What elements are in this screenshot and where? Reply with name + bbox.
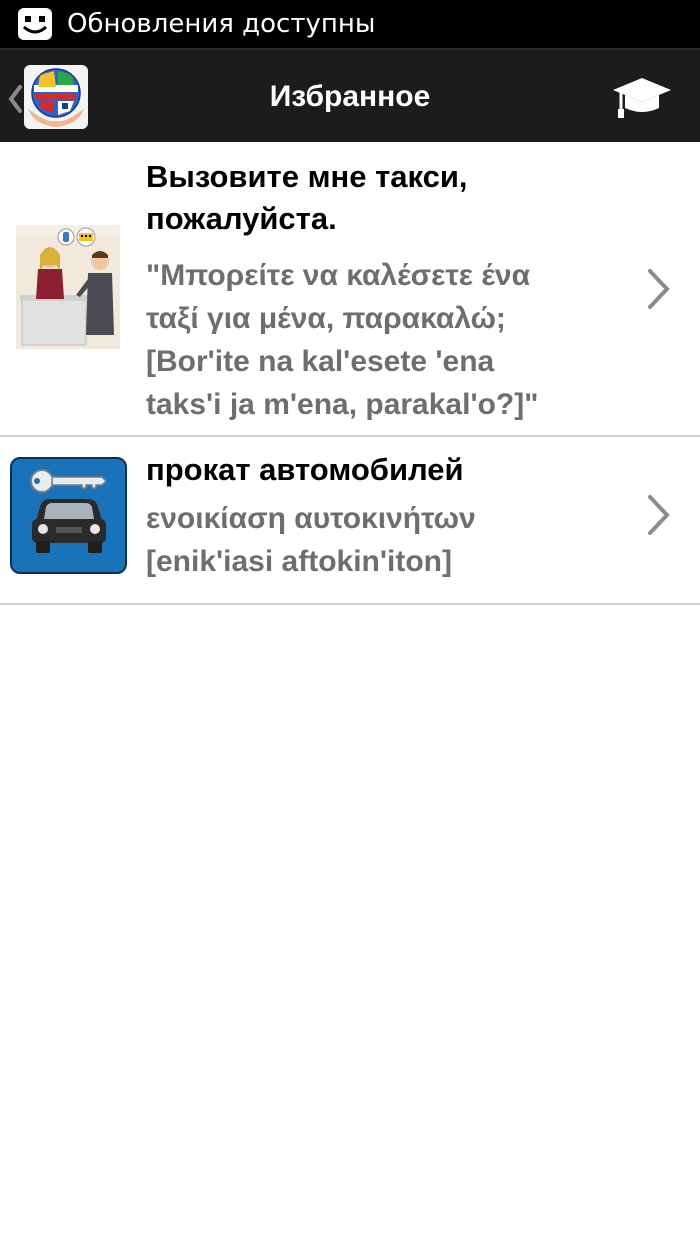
notification-face-icon: [17, 7, 53, 41]
translation-line: ταξί για μένα, παρακαλώ;: [146, 302, 506, 335]
up-navigation-button[interactable]: [0, 58, 92, 136]
phrase-title: прокат автомобилей: [146, 449, 606, 491]
action-bar: Избранное: [0, 48, 700, 142]
status-bar: Обновления доступны: [0, 0, 700, 48]
learn-mode-button[interactable]: [604, 64, 680, 130]
favorites-list: Вызовите мне такси, пожалуйста. "Μπορείτ…: [0, 142, 700, 605]
translation-line: ενοικίαση αυτοκινήτων: [146, 502, 476, 535]
phrase-text-block: Вызовите мне такси, пожалуйста. "Μπορείτ…: [146, 156, 606, 426]
taxi-reception-illustration: [16, 225, 120, 349]
translation-line: taks'i ja m'ena, parakal'o?]": [146, 388, 539, 421]
translation-line: "Μπορείτε να καλέσετε ένα: [146, 259, 531, 292]
chevron-right-icon: [648, 269, 670, 309]
graduation-cap-icon: [613, 78, 671, 118]
chevron-left-icon: [8, 85, 22, 113]
list-item[interactable]: прокат автомобилей ενοικίαση αυτοκινήτων…: [0, 437, 700, 605]
phrase-title-line: прокат автомобилей: [146, 452, 464, 487]
globe-flags-app-icon: [24, 65, 88, 129]
translation-line: [enik'iasi aftokin'iton]: [146, 545, 452, 578]
translation-line: [Bor'ite na kal'esete 'ena: [146, 345, 495, 378]
status-notification-text: Обновления доступны: [67, 9, 376, 39]
chevron-right-icon: [648, 495, 670, 535]
phrase-title-line: Вызовите мне такси,: [146, 159, 468, 194]
list-item[interactable]: Вызовите мне такси, пожалуйста. "Μπορείτ…: [0, 142, 700, 437]
page-title: Избранное: [269, 80, 431, 113]
phrase-translation: "Μπορείτε να καλέσετε ένα ταξί για μένα,…: [146, 254, 606, 426]
phrase-text-block: прокат автомобилей ενοικίαση αυτοκινήτων…: [146, 449, 606, 583]
phrase-translation: ενοικίαση αυτοκινήτων [enik'iasi aftokin…: [146, 497, 606, 583]
phrase-title-line: пожалуйста.: [146, 201, 337, 236]
car-rental-key-icon: [10, 457, 127, 574]
phrase-title: Вызовите мне такси, пожалуйста.: [146, 156, 606, 240]
